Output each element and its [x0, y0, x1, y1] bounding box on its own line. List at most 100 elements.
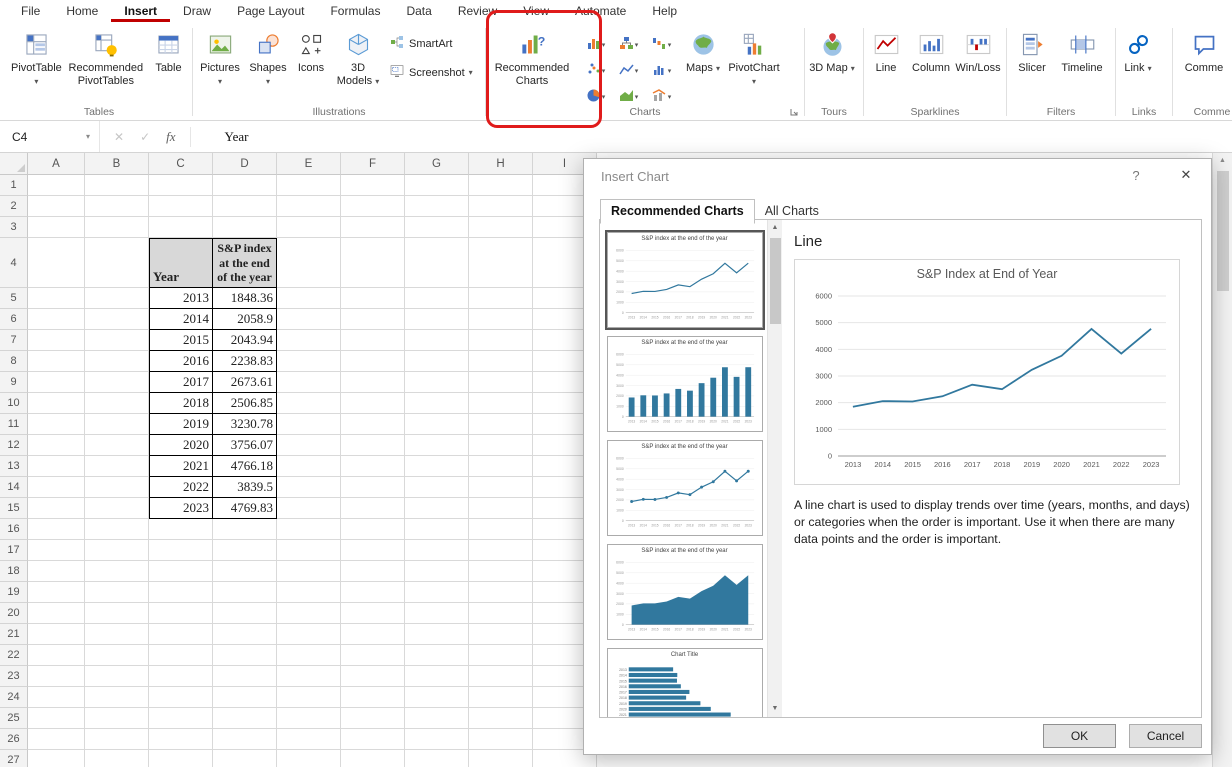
cell-C13[interactable]: 2021	[149, 456, 213, 477]
cell-F4[interactable]	[341, 238, 405, 288]
cell-F2[interactable]	[341, 196, 405, 217]
cell-F8[interactable]	[341, 351, 405, 372]
cell-A11[interactable]	[28, 414, 85, 435]
cell-F18[interactable]	[341, 561, 405, 582]
cell-E25[interactable]	[277, 708, 341, 729]
cell-E27[interactable]	[277, 750, 341, 767]
sparkline-line-button[interactable]: Line	[866, 24, 906, 75]
column-header-G[interactable]: G	[405, 153, 469, 175]
help-button[interactable]: ?	[1127, 168, 1145, 183]
cell-C11[interactable]: 2019	[149, 414, 213, 435]
cell-E7[interactable]	[277, 330, 341, 351]
cell-E22[interactable]	[277, 645, 341, 666]
cell-F17[interactable]	[341, 540, 405, 561]
cell-E8[interactable]	[277, 351, 341, 372]
row-header-8[interactable]: 8	[0, 351, 28, 372]
cell-H25[interactable]	[469, 708, 533, 729]
cell-H16[interactable]	[469, 519, 533, 540]
cell-B18[interactable]	[85, 561, 149, 582]
cell-C8[interactable]: 2016	[149, 351, 213, 372]
row-header-10[interactable]: 10	[0, 393, 28, 414]
cell-H7[interactable]	[469, 330, 533, 351]
name-box-dropdown-icon[interactable]: ▾	[86, 132, 90, 141]
cell-B13[interactable]	[85, 456, 149, 477]
cell-G10[interactable]	[405, 393, 469, 414]
cell-E24[interactable]	[277, 687, 341, 708]
cell-G27[interactable]	[405, 750, 469, 767]
cell-H8[interactable]	[469, 351, 533, 372]
cell-A8[interactable]	[28, 351, 85, 372]
cell-C1[interactable]	[149, 175, 213, 196]
cell-E3[interactable]	[277, 217, 341, 238]
cell-H13[interactable]	[469, 456, 533, 477]
chart-thumbnail-column[interactable]: S&P index at the end of the year 0100020…	[607, 336, 763, 432]
row-header-9[interactable]: 9	[0, 372, 28, 393]
cell-F27[interactable]	[341, 750, 405, 767]
cell-E23[interactable]	[277, 666, 341, 687]
cell-D3[interactable]	[213, 217, 277, 238]
cell-B20[interactable]	[85, 603, 149, 624]
comment-button[interactable]: Comme	[1175, 24, 1232, 75]
cell-H2[interactable]	[469, 196, 533, 217]
cell-G2[interactable]	[405, 196, 469, 217]
chart-thumbnail-area[interactable]: S&P index at the end of the year 0100020…	[607, 544, 763, 640]
cell-A18[interactable]	[28, 561, 85, 582]
chart-thumbnail-bar[interactable]: Chart Title 2013201420152016201720182019…	[607, 648, 763, 717]
ribbon-tab-file[interactable]: File	[8, 1, 53, 22]
cell-D24[interactable]	[213, 687, 277, 708]
cell-D25[interactable]	[213, 708, 277, 729]
formula-input[interactable]: Year	[191, 129, 249, 145]
cell-G17[interactable]	[405, 540, 469, 561]
ok-button[interactable]: OK	[1043, 724, 1116, 748]
cell-A19[interactable]	[28, 582, 85, 603]
cell-A21[interactable]	[28, 624, 85, 645]
confirm-entry-icon[interactable]: ✓	[140, 130, 150, 144]
chart-thumbnail-line-markers[interactable]: S&P index at the end of the year 0100020…	[607, 440, 763, 536]
cell-E18[interactable]	[277, 561, 341, 582]
cell-A5[interactable]	[28, 288, 85, 309]
row-header-16[interactable]: 16	[0, 519, 28, 540]
cell-F26[interactable]	[341, 729, 405, 750]
cell-C22[interactable]	[149, 645, 213, 666]
cell-E15[interactable]	[277, 498, 341, 519]
ribbon-tab-data[interactable]: Data	[393, 1, 444, 22]
cell-A12[interactable]	[28, 435, 85, 456]
cell-G12[interactable]	[405, 435, 469, 456]
cell-F25[interactable]	[341, 708, 405, 729]
column-header-E[interactable]: E	[277, 153, 341, 175]
chart-preview[interactable]: S&P Index at End of Year 010002000300040…	[794, 259, 1180, 485]
cell-G23[interactable]	[405, 666, 469, 687]
cell-C15[interactable]: 2023	[149, 498, 213, 519]
recommended-pivottables-button[interactable]: Recommended PivotTables	[65, 24, 147, 87]
cell-A26[interactable]	[28, 729, 85, 750]
cell-D2[interactable]	[213, 196, 277, 217]
cell-C19[interactable]	[149, 582, 213, 603]
column-header-B[interactable]: B	[85, 153, 149, 175]
cell-D18[interactable]	[213, 561, 277, 582]
row-header-22[interactable]: 22	[0, 645, 28, 666]
cell-A13[interactable]	[28, 456, 85, 477]
table-button[interactable]: Table	[147, 24, 190, 75]
cell-B19[interactable]	[85, 582, 149, 603]
cell-H17[interactable]	[469, 540, 533, 561]
sparkline-column-button[interactable]: Column	[906, 24, 956, 75]
cell-D9[interactable]: 2673.61	[213, 372, 277, 393]
cell-H14[interactable]	[469, 477, 533, 498]
ribbon-tab-automate[interactable]: Automate	[562, 1, 639, 22]
cell-D19[interactable]	[213, 582, 277, 603]
cell-C18[interactable]	[149, 561, 213, 582]
cell-G14[interactable]	[405, 477, 469, 498]
cell-F22[interactable]	[341, 645, 405, 666]
row-header-19[interactable]: 19	[0, 582, 28, 603]
scroll-up-icon[interactable]: ▲	[1213, 153, 1232, 169]
timeline-button[interactable]: Timeline	[1055, 24, 1109, 75]
cell-D26[interactable]	[213, 729, 277, 750]
cell-B22[interactable]	[85, 645, 149, 666]
cell-C6[interactable]: 2014	[149, 309, 213, 330]
cell-A23[interactable]	[28, 666, 85, 687]
cell-H24[interactable]	[469, 687, 533, 708]
cell-B6[interactable]	[85, 309, 149, 330]
cell-A7[interactable]	[28, 330, 85, 351]
cell-G7[interactable]	[405, 330, 469, 351]
cell-C5[interactable]: 2013	[149, 288, 213, 309]
